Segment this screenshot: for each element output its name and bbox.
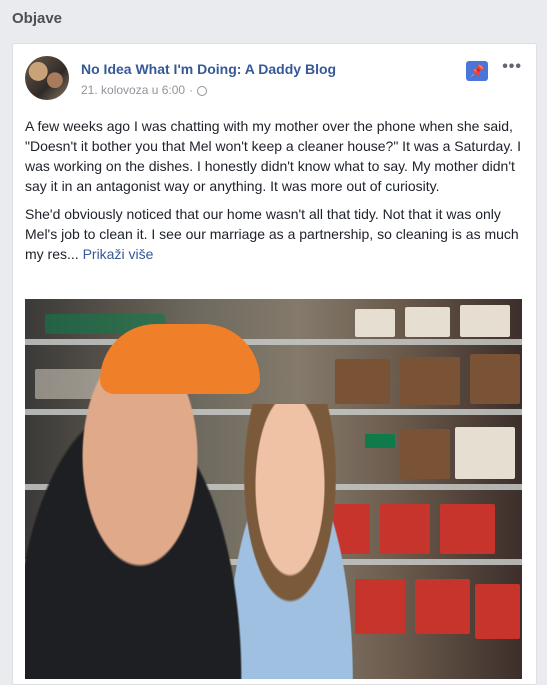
- product: [380, 504, 430, 554]
- product: [455, 427, 515, 479]
- product: [415, 579, 470, 634]
- post-photo[interactable]: [25, 299, 522, 679]
- product: [405, 307, 450, 337]
- product: [400, 357, 460, 405]
- pin-icon[interactable]: 📌: [466, 61, 488, 81]
- product: [440, 504, 495, 554]
- product: [355, 309, 395, 337]
- meta-separator: ·: [189, 83, 194, 97]
- post-card: No Idea What I'm Doing: A Daddy Blog 21.…: [12, 43, 537, 685]
- post-header: No Idea What I'm Doing: A Daddy Blog 21.…: [25, 56, 524, 100]
- more-icon[interactable]: •••: [502, 58, 522, 76]
- post-text: A few weeks ago I was chatting with my m…: [25, 116, 521, 272]
- post-meta: 21. kolovoza u 6:00 ·: [81, 83, 208, 97]
- person-man: [25, 354, 265, 679]
- product: [475, 584, 520, 639]
- product: [460, 305, 510, 337]
- product: [335, 359, 390, 404]
- shelf: [25, 339, 522, 345]
- see-more-link[interactable]: Prikaži više: [83, 246, 154, 262]
- post-paragraph-2: She'd obviously noticed that our home wa…: [25, 204, 521, 264]
- orange-cap: [100, 324, 260, 394]
- product: [470, 354, 520, 404]
- post-date-link[interactable]: 21. kolovoza u 6:00: [81, 83, 185, 97]
- page-name-link[interactable]: No Idea What I'm Doing: A Daddy Blog: [81, 61, 336, 77]
- section-title: Objave: [12, 10, 63, 27]
- post-paragraph-1: A few weeks ago I was chatting with my m…: [25, 118, 521, 194]
- product: [400, 429, 450, 479]
- globe-icon[interactable]: [197, 86, 208, 96]
- page-avatar[interactable]: [25, 56, 69, 100]
